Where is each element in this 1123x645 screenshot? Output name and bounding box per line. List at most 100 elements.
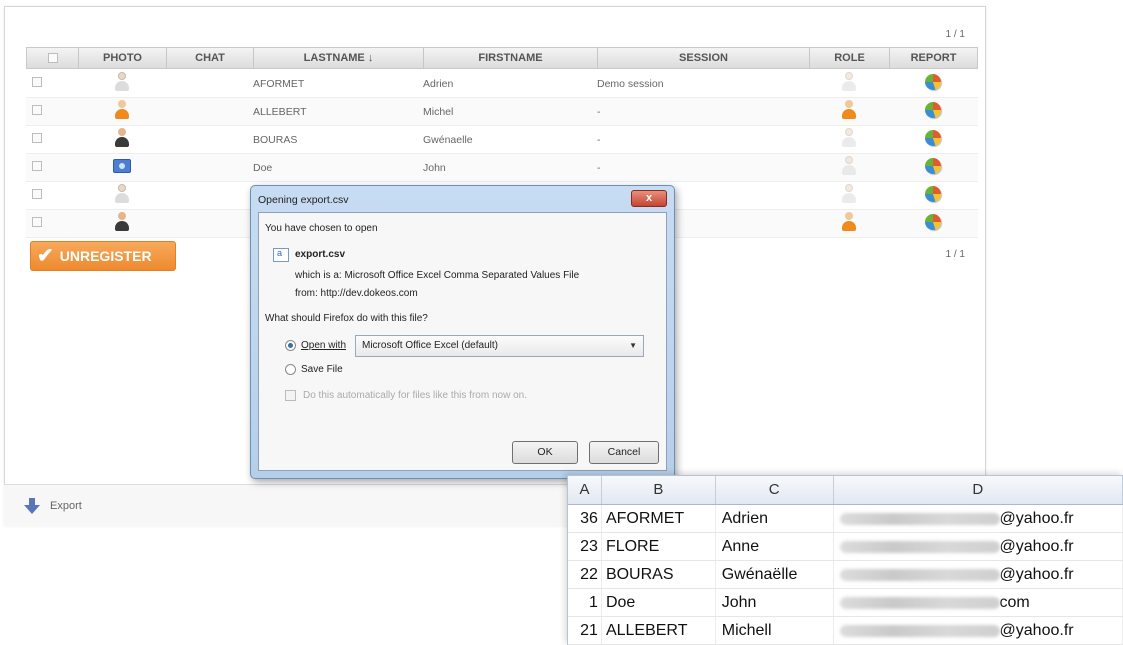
report-pie-icon[interactable] [924, 130, 941, 146]
role-icon[interactable] [841, 184, 857, 204]
unregister-label: UNREGISTER [59, 248, 152, 264]
user-photo-icon [114, 100, 130, 120]
export-link[interactable]: Export [50, 500, 82, 512]
camera-icon [113, 159, 131, 173]
header-lastname-label: LASTNAME [303, 52, 365, 64]
role-icon[interactable] [841, 128, 857, 148]
firstname-cell: Gwénaelle [423, 133, 473, 146]
header-role[interactable]: ROLE [810, 48, 890, 68]
cell-c[interactable]: John [716, 589, 834, 616]
table-row: BOURAS Gwénaelle - [26, 126, 978, 154]
report-pie-icon[interactable] [924, 74, 941, 90]
cell-c[interactable]: Anne [716, 533, 834, 560]
checkmark-icon: ✔ [37, 245, 54, 267]
table-row: ALLEBERT Michel - [26, 98, 978, 126]
page-indicator-bottom: 1 / 1 [945, 249, 965, 260]
header-photo[interactable]: PHOTO [79, 48, 167, 68]
column-c-header[interactable]: C [716, 476, 834, 504]
report-pie-icon[interactable] [924, 214, 941, 230]
column-d-header[interactable]: D [834, 476, 1123, 504]
header-lastname[interactable]: LASTNAME ↓ [254, 48, 424, 68]
header-firstname[interactable]: FIRSTNAME [424, 48, 598, 68]
cell-b[interactable]: FLORE [602, 533, 716, 560]
table-row: Doe John - [26, 154, 978, 182]
cell-d[interactable]: @yahoo.fr [834, 505, 1123, 532]
user-photo-icon [114, 212, 130, 232]
lastname-cell: Doe [253, 161, 273, 174]
cell-d[interactable]: @yahoo.fr [834, 561, 1123, 588]
header-report[interactable]: REPORT [890, 48, 977, 68]
cell-d[interactable]: com [834, 589, 1123, 616]
lastname-cell: ALLEBERT [253, 105, 307, 118]
email-domain: @yahoo.fr [999, 622, 1074, 639]
report-pie-icon[interactable] [924, 158, 941, 174]
row-checkbox[interactable] [32, 161, 42, 171]
cell-a[interactable]: 36 [568, 505, 602, 532]
page-indicator-top: 1 / 1 [945, 29, 965, 40]
header-session[interactable]: SESSION [598, 48, 810, 68]
row-checkbox[interactable] [32, 77, 42, 87]
cell-d[interactable]: @yahoo.fr [834, 533, 1123, 560]
spreadsheet-header: A B C D [568, 476, 1123, 505]
save-file-radio[interactable] [285, 364, 296, 375]
report-pie-icon[interactable] [924, 102, 941, 118]
dialog-title: Opening export.csv [258, 194, 349, 206]
cell-b[interactable]: Doe [602, 589, 716, 616]
session-cell: - [597, 133, 601, 146]
dialog-close-button[interactable]: x [631, 190, 667, 207]
firstname-cell: Adrien [423, 77, 454, 90]
row-checkbox[interactable] [32, 189, 42, 199]
open-with-label[interactable]: Open with [301, 340, 346, 351]
column-a-header[interactable]: A [568, 476, 602, 504]
select-all-checkbox[interactable] [47, 53, 58, 63]
dialog-body: You have chosen to open export.csv which… [258, 212, 667, 471]
role-icon[interactable] [841, 156, 857, 176]
unregister-button[interactable]: ✔ UNREGISTER [30, 241, 176, 271]
report-pie-icon[interactable] [924, 186, 941, 202]
cell-a[interactable]: 22 [568, 561, 602, 588]
cell-c[interactable]: Michell [716, 617, 834, 644]
redacted-email [839, 625, 1000, 637]
cell-c[interactable]: Adrien [716, 505, 834, 532]
cell-c[interactable]: Gwénaëlle [716, 561, 834, 588]
cell-b[interactable]: AFORMET [602, 505, 716, 532]
cell-b[interactable]: BOURAS [602, 561, 716, 588]
cell-a[interactable]: 21 [568, 617, 602, 644]
firstname-cell: John [423, 161, 446, 174]
save-file-label[interactable]: Save File [301, 364, 343, 375]
cell-a[interactable]: 23 [568, 533, 602, 560]
role-icon[interactable] [841, 72, 857, 92]
spreadsheet-row: 21 ALLEBERT Michell @yahoo.fr [568, 617, 1123, 645]
open-with-radio[interactable] [285, 340, 296, 351]
sort-desc-icon: ↓ [367, 52, 374, 64]
table-row: AFORMET Adrien Demo session [26, 70, 978, 98]
email-domain: @yahoo.fr [999, 566, 1074, 583]
application-select[interactable]: Microsoft Office Excel (default) ▼ [355, 335, 644, 357]
header-chat[interactable]: CHAT [167, 48, 254, 68]
file-name: export.csv [295, 249, 346, 260]
role-icon[interactable] [841, 100, 857, 120]
chevron-down-icon: ▼ [629, 341, 637, 350]
question-text: What should Firefox do with this file? [265, 313, 428, 324]
open-file-dialog: Opening export.csv x You have chosen to … [250, 185, 675, 479]
spreadsheet-row: 22 BOURAS Gwénaëlle @yahoo.fr [568, 561, 1123, 589]
row-checkbox[interactable] [32, 105, 42, 115]
auto-checkbox [285, 390, 296, 401]
user-photo-icon [114, 184, 130, 204]
role-icon[interactable] [841, 212, 857, 232]
download-arrow-icon[interactable] [24, 497, 40, 514]
auto-label: Do this automatically for files like thi… [303, 390, 527, 401]
session-cell: - [597, 161, 601, 174]
email-domain: @yahoo.fr [999, 510, 1074, 527]
cell-d[interactable]: @yahoo.fr [834, 617, 1123, 644]
cell-a[interactable]: 1 [568, 589, 602, 616]
file-source-text: from: http://dev.dokeos.com [295, 288, 418, 299]
ok-button[interactable]: OK [512, 441, 578, 464]
spreadsheet-row: 36 AFORMET Adrien @yahoo.fr [568, 505, 1123, 533]
cancel-button[interactable]: Cancel [589, 441, 659, 464]
select-all-header[interactable] [27, 48, 79, 68]
row-checkbox[interactable] [32, 133, 42, 143]
cell-b[interactable]: ALLEBERT [602, 617, 716, 644]
row-checkbox[interactable] [32, 217, 42, 227]
column-b-header[interactable]: B [602, 476, 716, 504]
